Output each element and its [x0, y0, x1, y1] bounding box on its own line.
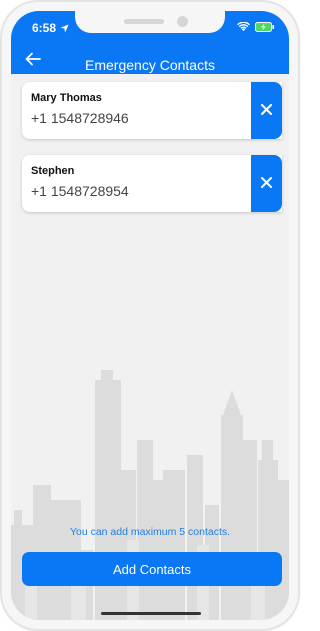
- speaker-grille: [124, 19, 164, 24]
- status-time: 6:58: [32, 21, 69, 35]
- contact-name: Mary Thomas: [31, 92, 102, 104]
- front-camera: [177, 16, 188, 27]
- add-contacts-button[interactable]: Add Contacts: [22, 552, 282, 586]
- contact-phone: +1 1548728954: [31, 183, 129, 199]
- contact-phone: +1 1548728946: [31, 110, 129, 126]
- close-icon: [261, 102, 272, 120]
- app-header: 6:58 Emergency Contacts: [11, 11, 289, 74]
- page-title: Emergency Contacts: [85, 57, 215, 73]
- status-bar: 6:58: [11, 11, 289, 45]
- status-icons: [237, 22, 275, 32]
- device-notch: [75, 11, 225, 33]
- screen: 6:58 Emergency Contacts Mary Thomas +1 1…: [11, 11, 289, 620]
- contact-name: Stephen: [31, 165, 75, 177]
- remove-contact-button[interactable]: [251, 155, 282, 212]
- remove-contact-button[interactable]: [251, 82, 282, 139]
- battery-charging-icon: [255, 22, 275, 32]
- status-time-text: 6:58: [32, 21, 57, 35]
- home-indicator[interactable]: [101, 612, 201, 615]
- max-contacts-info: You can add maximum 5 contacts.: [69, 526, 231, 538]
- contact-card: Mary Thomas +1 1548728946: [22, 82, 282, 139]
- phone-frame: 6:58 Emergency Contacts Mary Thomas +1 1…: [2, 2, 298, 629]
- wifi-icon: [237, 22, 250, 32]
- contact-card: Stephen +1 1548728954: [22, 155, 282, 212]
- close-icon: [261, 175, 272, 193]
- location-arrow-icon: [60, 23, 69, 33]
